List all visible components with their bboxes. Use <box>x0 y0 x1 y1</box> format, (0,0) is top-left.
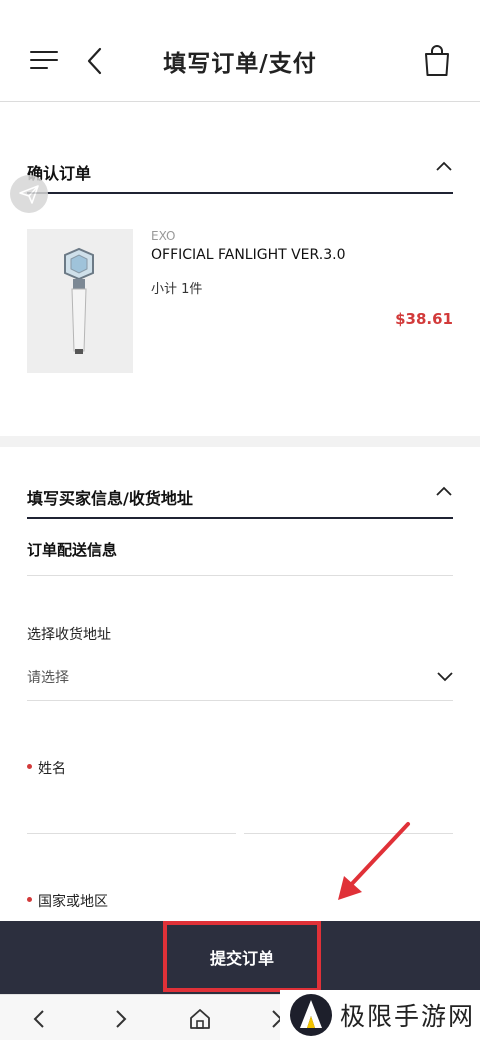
address-select[interactable]: 请选择 <box>27 667 69 687</box>
required-dot <box>27 763 32 769</box>
send-icon <box>19 185 39 204</box>
browser-back-icon[interactable] <box>28 1007 52 1031</box>
shipping-info-subtitle: 订单配送信息 <box>27 541 118 559</box>
shopping-bag-icon[interactable] <box>422 42 452 78</box>
bottom-action-bar: 提交订单 <box>0 921 480 994</box>
watermark-logo <box>290 994 332 1036</box>
buyer-info-title: 填写买家信息/收货地址 <box>27 489 193 508</box>
product-price: $38.61 <box>395 310 453 328</box>
required-dot <box>27 896 32 902</box>
first-name-input[interactable] <box>27 833 236 834</box>
name-label-text: 姓名 <box>38 761 66 777</box>
product-brand: EXO <box>151 229 176 243</box>
product-image[interactable] <box>27 229 133 373</box>
divider <box>27 575 453 576</box>
page-title: 填写订单/支付 <box>163 51 317 77</box>
product-name[interactable]: OFFICIAL FANLIGHT VER.3.0 <box>151 247 345 263</box>
share-float-button[interactable] <box>10 175 48 213</box>
submit-order-button[interactable]: 提交订单 <box>163 921 321 992</box>
address-label: 选择收货地址 <box>27 627 111 643</box>
home-icon[interactable] <box>188 1007 212 1031</box>
divider <box>27 700 453 701</box>
name-label: 姓名 <box>27 758 66 778</box>
product-quantity: 小计 1件 <box>151 282 203 297</box>
country-label-text: 国家或地区 <box>38 894 108 910</box>
watermark-text: 极限手游网 <box>340 1002 476 1031</box>
confirm-order-header[interactable]: 确认订单 <box>27 154 453 194</box>
buyer-info-header[interactable]: 填写买家信息/收货地址 <box>27 479 453 519</box>
section-divider <box>0 436 480 447</box>
chevron-up-icon[interactable] <box>435 160 453 172</box>
chevron-down-icon[interactable] <box>436 670 454 682</box>
country-label: 国家或地区 <box>27 891 108 911</box>
watermark: 极限手游网 <box>280 990 480 1040</box>
top-header: 填写订单/支付 <box>0 0 480 102</box>
fanlight-image <box>64 247 94 354</box>
annotation-arrow <box>338 822 410 900</box>
chevron-up-icon[interactable] <box>435 485 453 497</box>
browser-forward-icon[interactable] <box>108 1007 132 1031</box>
